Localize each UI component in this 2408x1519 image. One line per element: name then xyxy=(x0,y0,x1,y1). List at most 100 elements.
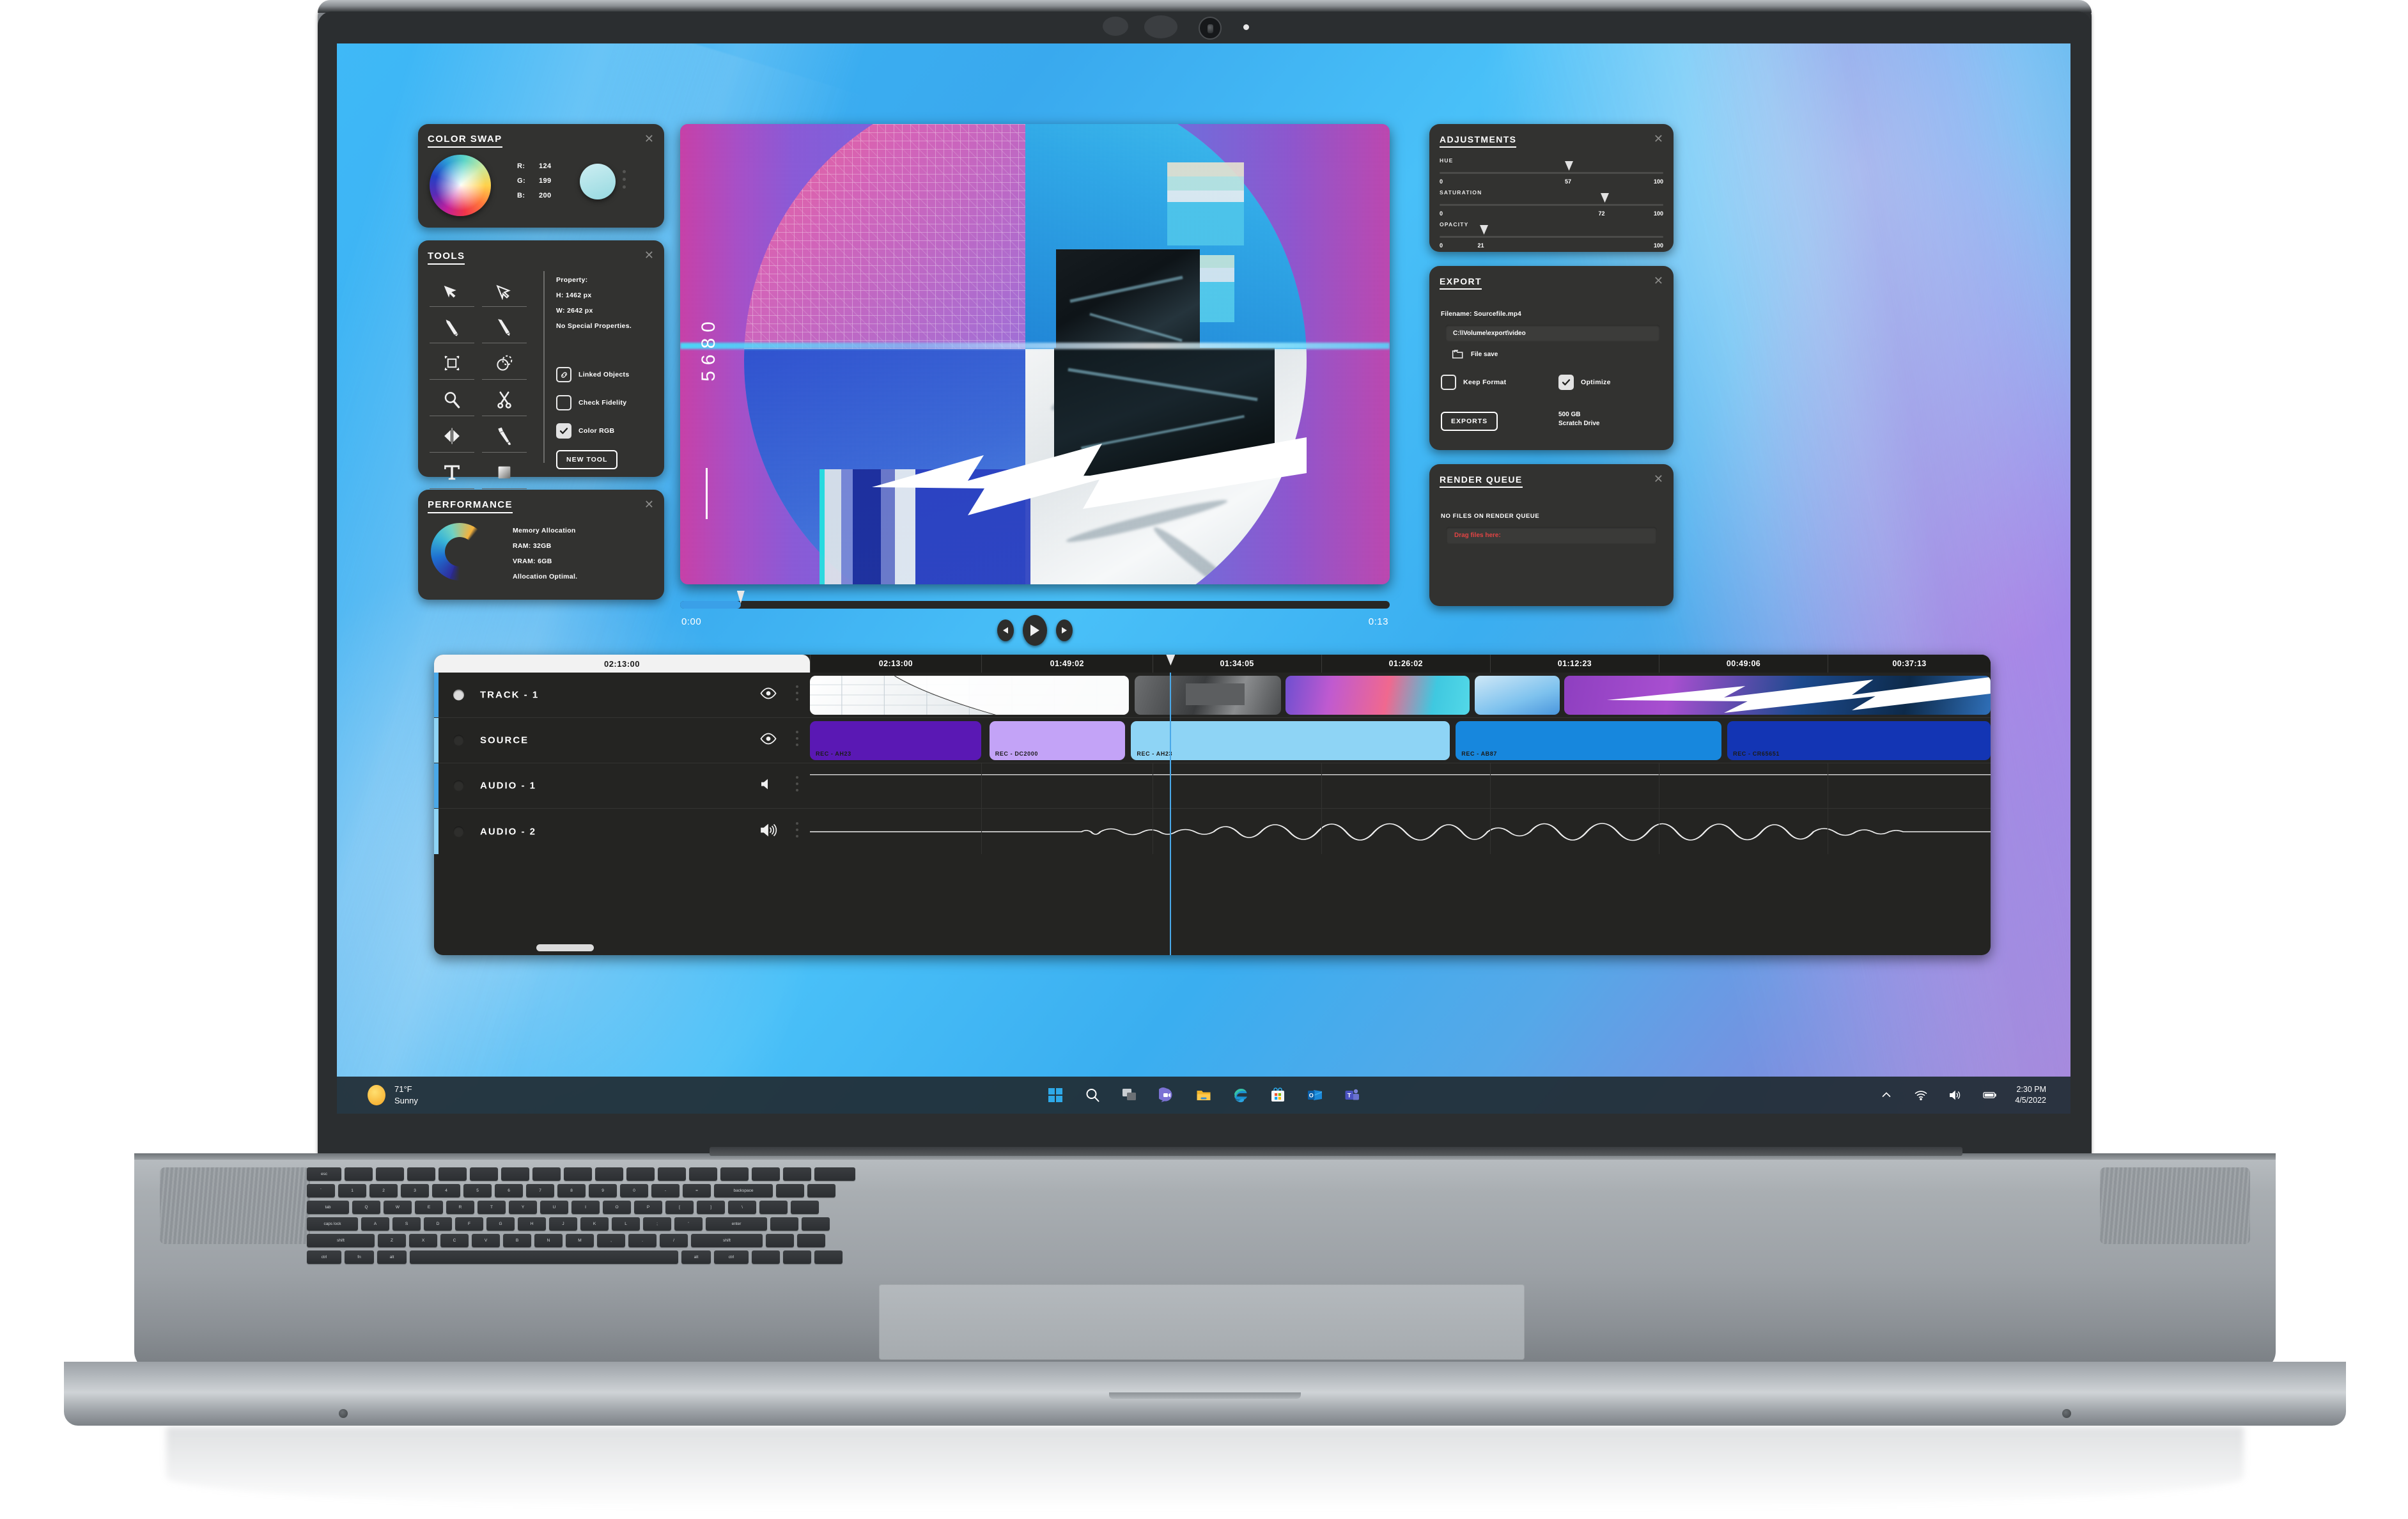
ruler-tick: 01:34:05 xyxy=(1152,655,1321,673)
video-clip[interactable] xyxy=(1134,676,1281,715)
show-hidden-icons-chevron[interactable] xyxy=(1877,1086,1896,1105)
saturation-slider-handle[interactable] xyxy=(1601,193,1609,203)
track-arm-toggle[interactable] xyxy=(453,826,464,837)
checkmark-icon xyxy=(1558,375,1574,390)
outlook-icon[interactable]: O xyxy=(1305,1086,1324,1105)
export-path-input[interactable] xyxy=(1445,325,1660,341)
more-options-dots-icon[interactable] xyxy=(623,170,626,193)
glitch-block xyxy=(1167,162,1244,245)
close-icon[interactable]: ✕ xyxy=(644,249,654,261)
speaker-muted-icon[interactable] xyxy=(760,778,774,794)
close-icon[interactable]: ✕ xyxy=(1654,275,1663,286)
crop-icon[interactable] xyxy=(430,347,474,380)
direct-select-arrow-icon[interactable] xyxy=(482,274,527,307)
saturation-slider-track[interactable] xyxy=(1440,204,1663,206)
eye-icon[interactable] xyxy=(760,687,777,703)
video-clip[interactable] xyxy=(1564,676,1991,715)
keep-format-checkbox[interactable]: Keep Format xyxy=(1441,375,1506,390)
cursor-arrow-icon[interactable] xyxy=(430,274,474,307)
source-clip[interactable]: REC - AB87 xyxy=(1456,721,1721,760)
gradient-swatch-icon[interactable] xyxy=(482,456,527,489)
timeline-horizontal-scrollbar[interactable] xyxy=(536,944,594,951)
source-clip[interactable]: REC - AH23 xyxy=(1131,721,1450,760)
step-back-button[interactable] xyxy=(997,619,1014,641)
keyboard[interactable]: esc ` 1 2 3 4 5 6 7 8 9 0- = backspace tab QWERTY … xyxy=(307,1166,2103,1268)
close-icon[interactable]: ✕ xyxy=(644,499,654,510)
track-arm-toggle[interactable] xyxy=(453,735,464,746)
linked-objects-checkbox[interactable]: Linked Objects xyxy=(556,367,629,382)
laptop-hinge xyxy=(710,1147,1962,1156)
track-options-dots-icon[interactable] xyxy=(796,685,798,705)
battery-icon[interactable] xyxy=(1980,1086,2000,1105)
webcam-lens-icon xyxy=(1199,17,1222,40)
text-type-icon[interactable] xyxy=(430,456,474,489)
teams-icon[interactable]: T xyxy=(1342,1086,1362,1105)
file-explorer-icon[interactable] xyxy=(1194,1086,1213,1105)
speaker-loud-icon[interactable] xyxy=(760,823,778,839)
weather-temperature: 71°F xyxy=(394,1084,412,1094)
render-queue-dropzone[interactable]: Drag files here: xyxy=(1446,527,1657,544)
rubber-foot xyxy=(2062,1409,2071,1418)
opacity-slider-track[interactable] xyxy=(1440,236,1663,238)
hue-slider-handle[interactable] xyxy=(1565,161,1573,171)
new-tool-button[interactable]: NEW TOOL xyxy=(556,450,618,469)
close-icon[interactable]: ✕ xyxy=(644,133,654,144)
close-icon[interactable]: ✕ xyxy=(1654,473,1663,485)
pencil-icon[interactable] xyxy=(430,310,474,343)
source-clip[interactable]: REC - AH23 xyxy=(810,721,981,760)
exports-button[interactable]: EXPORTS xyxy=(1441,412,1498,431)
shape-subtract-icon[interactable] xyxy=(482,347,527,380)
color-swatch[interactable] xyxy=(580,164,616,199)
track-arm-toggle[interactable] xyxy=(453,689,464,701)
track-options-dots-icon[interactable] xyxy=(796,822,798,841)
chat-icon[interactable] xyxy=(1157,1086,1176,1105)
mirror-flip-icon[interactable] xyxy=(430,419,474,453)
color-rgb-checkbox[interactable]: Color RGB xyxy=(556,423,614,439)
trackpad[interactable] xyxy=(879,1284,1525,1360)
zoom-magnifier-icon[interactable] xyxy=(430,383,474,416)
performance-panel: PERFORMANCE ✕ Memory Allocation RAM: 32G… xyxy=(418,490,664,600)
task-view-icon[interactable] xyxy=(1120,1086,1139,1105)
timeline-track-row[interactable]: AUDIO - 1 xyxy=(434,763,1991,809)
source-clip[interactable]: REC - CR65651 xyxy=(1727,721,1991,760)
close-icon[interactable]: ✕ xyxy=(1654,133,1663,144)
edge-browser-icon[interactable] xyxy=(1231,1086,1250,1105)
source-clip[interactable]: REC - DC2000 xyxy=(989,721,1126,760)
volume-icon[interactable] xyxy=(1946,1086,1965,1105)
preview-scrubber[interactable] xyxy=(680,591,1390,609)
video-preview[interactable]: 5680 xyxy=(680,124,1390,584)
track-options-dots-icon[interactable] xyxy=(796,776,798,795)
track-arm-toggle[interactable] xyxy=(453,780,464,791)
hue-max: 100 xyxy=(1653,178,1663,185)
start-windows-icon[interactable] xyxy=(1046,1086,1065,1105)
color-wheel[interactable] xyxy=(430,155,491,216)
timeline-track-row[interactable]: SOURCE REC - AH23 REC - DC2000 REC - AH2… xyxy=(434,718,1991,763)
timeline-track-row[interactable]: AUDIO - 2 xyxy=(434,809,1991,854)
video-clip[interactable] xyxy=(1474,676,1560,715)
file-save-button[interactable]: File save xyxy=(1452,349,1498,359)
play-button[interactable] xyxy=(1023,615,1047,646)
wifi-icon[interactable] xyxy=(1911,1086,1930,1105)
eye-icon[interactable] xyxy=(760,733,777,748)
hue-slider-track[interactable] xyxy=(1440,172,1663,174)
check-fidelity-checkbox[interactable]: Check Fidelity xyxy=(556,395,626,410)
timeline-track-row[interactable]: TRACK - 1 xyxy=(434,673,1991,718)
brush-icon[interactable] xyxy=(482,419,527,453)
checkbox-box xyxy=(556,395,571,410)
step-forward-button[interactable] xyxy=(1056,619,1073,641)
timeline-playhead[interactable] xyxy=(1166,655,1176,955)
timeline-ruler[interactable]: 02:13:00 01:49:02 01:34:05 01:26:02 01:1… xyxy=(810,655,1991,673)
render-queue-title: RENDER QUEUE xyxy=(1440,474,1523,488)
track-options-dots-icon[interactable] xyxy=(796,731,798,750)
tools-panel: TOOLS ✕ Property: H: 1462 px W: 2642 px … xyxy=(418,240,664,489)
video-clip[interactable] xyxy=(1286,676,1470,715)
taskbar-clock[interactable]: 2:30 PM 4/5/2022 xyxy=(2015,1084,2046,1106)
weather-widget[interactable]: 71°F Sunny xyxy=(368,1084,418,1106)
pen-icon[interactable] xyxy=(482,310,527,343)
video-clip[interactable] xyxy=(810,676,1129,715)
scissors-icon[interactable] xyxy=(482,383,527,416)
search-icon[interactable] xyxy=(1083,1086,1102,1105)
opacity-slider-handle[interactable] xyxy=(1480,225,1488,235)
microsoft-store-icon[interactable] xyxy=(1268,1086,1287,1105)
optimize-checkbox[interactable]: Optimize xyxy=(1558,375,1611,390)
